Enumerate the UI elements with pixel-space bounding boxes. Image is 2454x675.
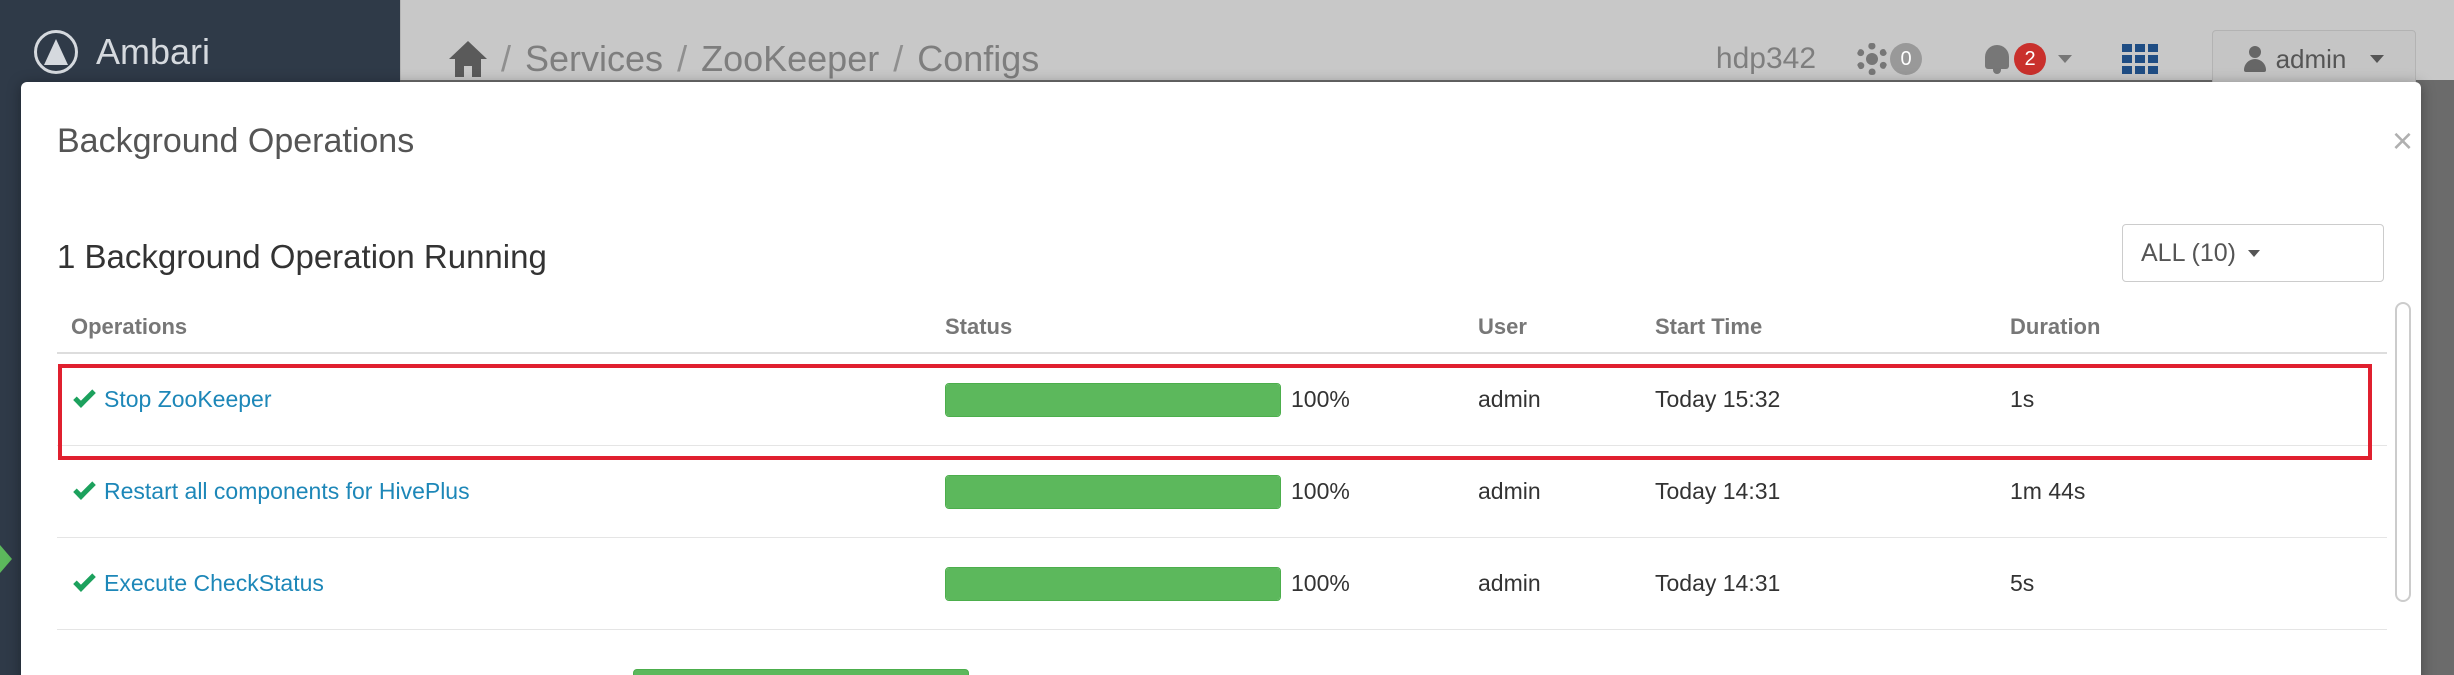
operation-link[interactable]: Stop ZooKeeper <box>104 386 272 413</box>
operation-duration: 1m 44s <box>2010 478 2086 504</box>
filter-value: ALL (10) <box>2141 238 2236 267</box>
table-scrollbar[interactable] <box>2395 302 2411 602</box>
table-row: Execute CheckStatus 100% admin Today 14:… <box>57 538 2387 630</box>
operation-duration: 1s <box>2010 386 2035 412</box>
modal-title: Background Operations <box>57 122 415 160</box>
breadcrumb-separator: / <box>893 38 904 79</box>
operations-table: Operations Status User Start Time Durati… <box>57 302 2387 630</box>
top-navbar: / Services / ZooKeeper / Configs hdp342 … <box>400 0 2454 88</box>
views-grid-icon[interactable] <box>2122 44 2158 74</box>
bell-icon <box>1982 43 2012 75</box>
breadcrumb-zookeeper[interactable]: ZooKeeper <box>701 38 879 80</box>
breadcrumb-services[interactable]: Services <box>525 38 663 80</box>
operation-duration: 5s <box>2010 570 2035 596</box>
progress-bar-fill <box>946 567 1280 600</box>
ops-count-badge: 0 <box>1890 43 1922 75</box>
caret-down-icon <box>2247 249 2260 257</box>
chevron-down-icon <box>2370 55 2385 63</box>
operation-start-time: Today 15:32 <box>1655 386 1781 412</box>
operation-user: admin <box>1478 386 1541 412</box>
table-header: Operations Status User Start Time Durati… <box>57 302 2387 354</box>
progress-bar <box>945 474 1281 509</box>
alerts-count-badge: 2 <box>2014 43 2046 75</box>
ambari-logo-icon <box>34 30 78 74</box>
operation-user: admin <box>1478 478 1541 504</box>
column-header-operations: Operations <box>71 314 188 339</box>
brand[interactable]: Ambari <box>34 24 210 80</box>
column-header-status: Status <box>945 314 1013 339</box>
close-icon[interactable]: × <box>2392 120 2413 162</box>
operation-link[interactable]: Execute CheckStatus <box>104 570 324 597</box>
operation-link[interactable]: Restart all components for HivePlus <box>104 478 470 505</box>
column-header-start-time: Start Time <box>1655 314 1763 339</box>
brand-name: Ambari <box>96 31 211 72</box>
progress-percent: 100% <box>1291 570 1350 596</box>
cluster-name: hdp342 <box>1715 42 1816 75</box>
column-header-duration: Duration <box>2010 314 2101 339</box>
table-row: Stop ZooKeeper 100% admin Today 15:32 1s <box>57 354 2387 446</box>
progress-bar-partial <box>633 669 969 675</box>
progress-bar-fill <box>946 383 1280 416</box>
alerts-button[interactable]: 2 <box>1982 43 2072 75</box>
breadcrumb-separator: / <box>677 38 688 79</box>
progress-percent: 100% <box>1291 386 1350 412</box>
check-icon <box>73 385 96 408</box>
chevron-down-icon <box>2058 55 2072 63</box>
user-menu-button[interactable]: admin <box>2212 30 2416 88</box>
operations-filter-select[interactable]: ALL (10) <box>2122 224 2384 282</box>
top-right-controls: hdp342 0 2 admin <box>1715 30 2454 88</box>
column-header-user: User <box>1478 314 1527 339</box>
progress-bar-fill <box>946 475 1280 508</box>
operation-start-time: Today 14:31 <box>1655 570 1781 596</box>
background-ops-button[interactable]: 0 <box>1856 43 1922 75</box>
sidebar-active-marker-icon <box>0 545 12 573</box>
user-icon <box>2243 46 2266 72</box>
home-icon[interactable] <box>449 41 487 77</box>
progress-bar <box>945 382 1281 417</box>
check-icon <box>73 477 96 500</box>
breadcrumb-separator: / <box>501 38 512 79</box>
operation-start-time: Today 14:31 <box>1655 478 1781 504</box>
table-row: Restart all components for HivePlus 100%… <box>57 446 2387 538</box>
running-operations-heading: 1 Background Operation Running <box>57 238 547 275</box>
progress-bar <box>945 566 1281 601</box>
background-operations-modal: Background Operations × 1 Background Ope… <box>21 82 2421 675</box>
operation-user: admin <box>1478 570 1541 596</box>
breadcrumb: / Services / ZooKeeper / Configs <box>449 38 1039 80</box>
user-name: admin <box>2275 43 2347 74</box>
gear-icon <box>1856 43 1888 75</box>
check-icon <box>73 569 96 592</box>
breadcrumb-configs: Configs <box>917 38 1040 79</box>
progress-percent: 100% <box>1291 478 1350 504</box>
